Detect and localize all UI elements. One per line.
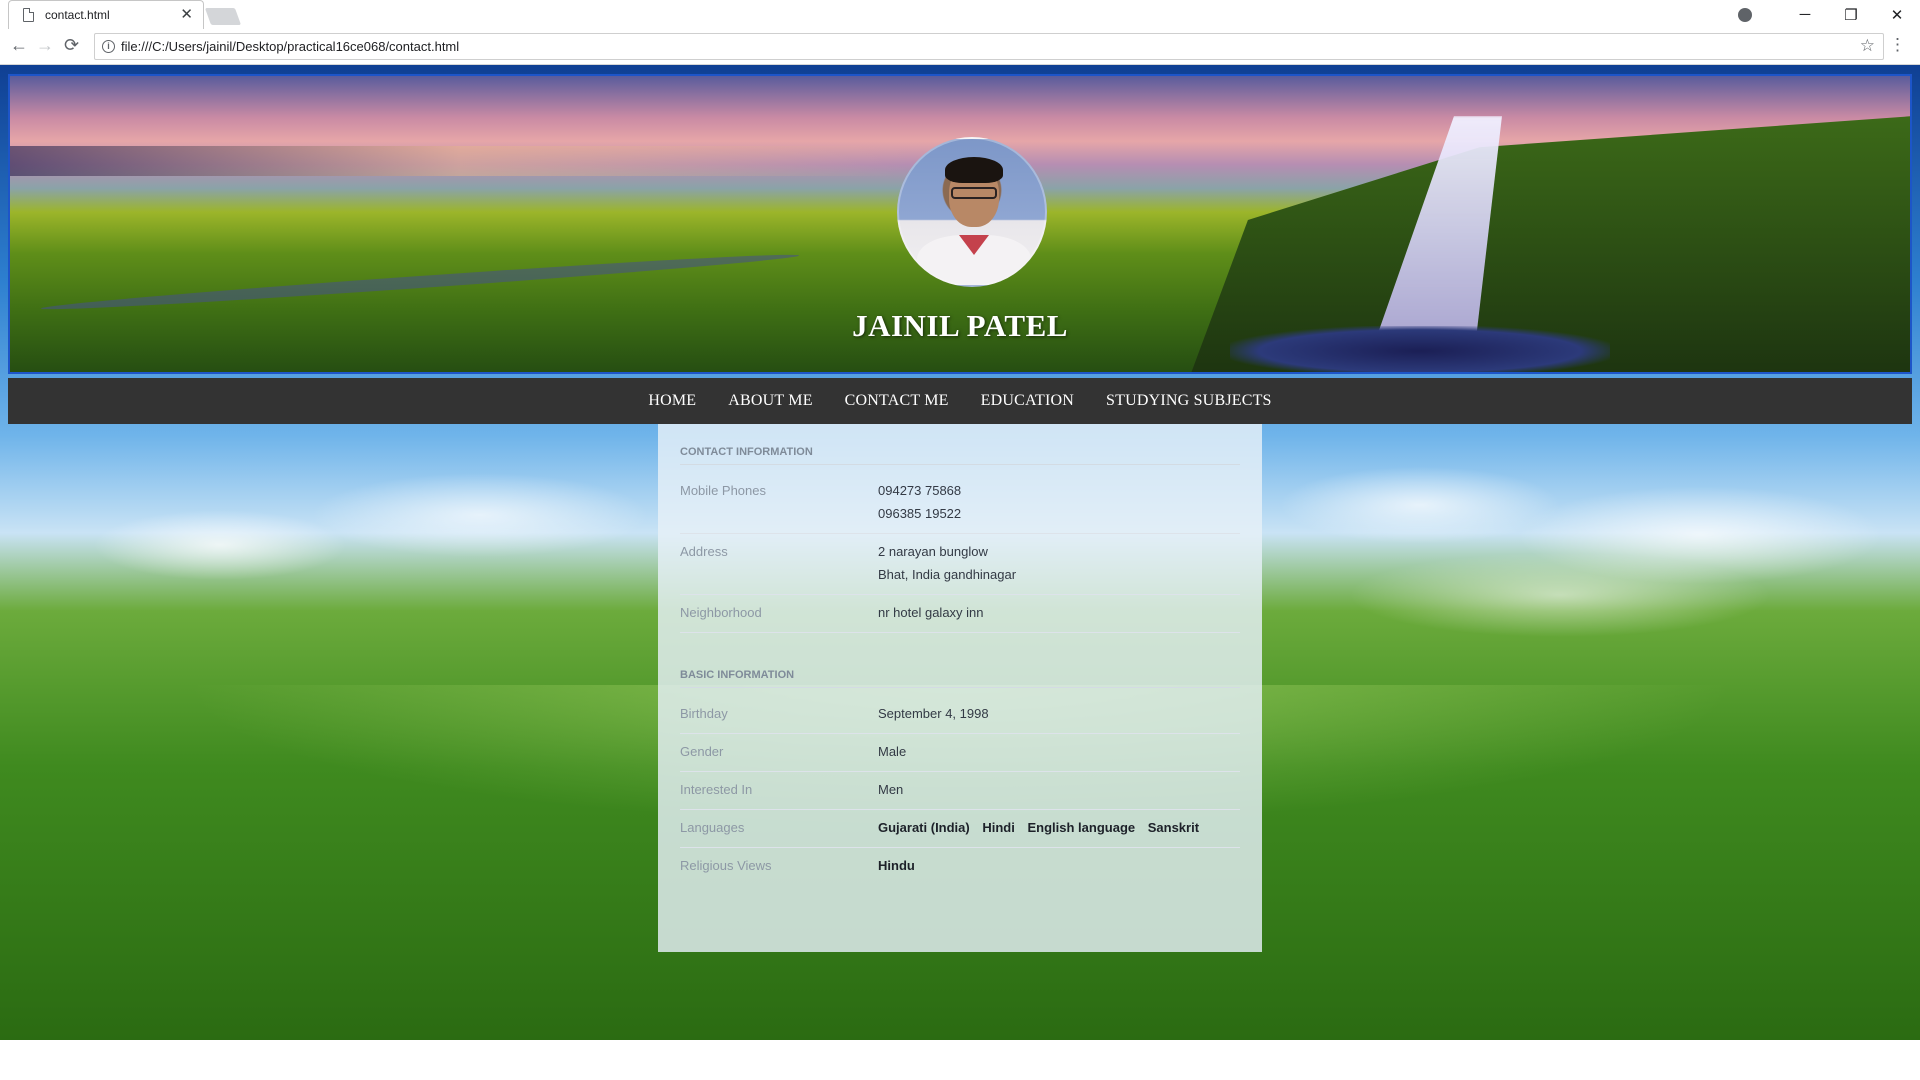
languages-value: Gujarati (India) Hindi English language … — [878, 816, 1208, 839]
religion-hindu[interactable]: Hindu — [878, 858, 915, 873]
language-english[interactable]: English language — [1027, 820, 1135, 835]
contact-section-title: CONTACT INFORMATION — [680, 446, 1240, 465]
birthday-value: September 4, 1998 — [878, 706, 989, 721]
contact-row-neighborhood: Neighborhood nr hotel galaxy inn — [680, 595, 1240, 633]
mobile-number-2: 096385 19522 — [878, 506, 962, 521]
interested-value: Men — [878, 782, 904, 797]
neighborhood-value: nr hotel galaxy inn — [878, 605, 984, 620]
neighborhood-label: Neighborhood — [680, 605, 762, 620]
browser-tabstrip: contact.html ✕ ─ ❐ ✕ — [0, 0, 1920, 29]
address-line-1: 2 narayan bunglow — [878, 544, 988, 559]
browser-toolbar: ← → ⟳ i file:///C:/Users/jainil/Desktop/… — [0, 29, 1920, 65]
basic-row-gender: Gender Male — [680, 734, 1240, 772]
close-tab-icon[interactable]: ✕ — [180, 5, 193, 23]
document-icon — [23, 8, 34, 22]
nav-item-education[interactable]: EDUCATION — [965, 392, 1090, 410]
basic-row-religious: Religious Views Hindu — [680, 848, 1240, 885]
page-background: JAINIL PATEL HOME ABOUT ME CONTACT ME ED… — [0, 65, 1920, 1040]
restore-button[interactable]: ❐ — [1828, 6, 1874, 24]
gender-value: Male — [878, 744, 907, 759]
interested-label: Interested In — [680, 782, 753, 797]
nav-item-studying-subjects[interactable]: STUDYING SUBJECTS — [1090, 392, 1288, 410]
contact-row-mobile: Mobile Phones 094273 75868 096385 19522 — [680, 473, 1240, 534]
basic-row-birthday: Birthday September 4, 1998 — [680, 696, 1240, 734]
address-line-2: Bhat, India gandhinagar — [878, 567, 1017, 582]
address-label: Address — [680, 544, 728, 559]
religious-label: Religious Views — [680, 858, 772, 873]
url-text[interactable]: file:///C:/Users/jainil/Desktop/practica… — [121, 39, 459, 54]
avatar-glasses — [951, 187, 997, 199]
birthday-label: Birthday — [680, 706, 728, 721]
languages-label: Languages — [680, 820, 745, 835]
site-info-icon[interactable]: i — [102, 40, 115, 53]
basic-row-interested: Interested In Men — [680, 772, 1240, 810]
main-nav: HOME ABOUT ME CONTACT ME EDUCATION STUDY… — [8, 378, 1912, 424]
language-hindi[interactable]: Hindi — [982, 820, 1015, 835]
browser-tab[interactable]: contact.html ✕ — [8, 0, 204, 29]
mobile-label: Mobile Phones — [680, 483, 766, 498]
nav-item-home[interactable]: HOME — [632, 392, 712, 410]
language-gujarati[interactable]: Gujarati (India) — [878, 820, 970, 835]
mobile-value: 094273 75868 096385 19522 — [878, 479, 961, 525]
contact-row-address: Address 2 narayan bunglow Bhat, India ga… — [680, 534, 1240, 595]
mobile-number-1: 094273 75868 — [878, 483, 962, 498]
profile-avatar — [897, 137, 1047, 287]
reload-icon[interactable]: ⟳ — [64, 35, 79, 56]
browser-menu-icon[interactable]: ⋮ — [1889, 35, 1906, 55]
info-card: CONTACT INFORMATION Mobile Phones 094273… — [658, 424, 1262, 952]
forward-icon[interactable]: → — [36, 35, 54, 56]
basic-row-languages: Languages Gujarati (India) Hindi English… — [680, 810, 1240, 848]
window-close-button[interactable]: ✕ — [1874, 6, 1920, 24]
address-value: 2 narayan bunglow Bhat, India gandhinaga… — [878, 540, 1016, 586]
window-controls: ─ ❐ ✕ — [1738, 0, 1920, 29]
avatar-hair — [945, 157, 1003, 183]
nav-item-about-me[interactable]: ABOUT ME — [712, 392, 828, 410]
gender-label: Gender — [680, 744, 724, 759]
new-tab-button[interactable] — [204, 8, 242, 25]
address-bar[interactable]: i file:///C:/Users/jainil/Desktop/practi… — [94, 33, 1884, 60]
profile-name: JAINIL PATEL — [852, 308, 1068, 343]
religious-value: Hindu — [878, 854, 924, 877]
language-sanskrit[interactable]: Sanskrit — [1148, 820, 1199, 835]
nav-item-contact-me[interactable]: CONTACT ME — [829, 392, 965, 410]
bookmark-star-icon[interactable]: ☆ — [1860, 36, 1875, 56]
basic-section-title: BASIC INFORMATION — [680, 669, 1240, 688]
banner-sky — [10, 146, 910, 176]
minimize-button[interactable]: ─ — [1782, 6, 1828, 23]
back-icon[interactable]: ← — [10, 35, 28, 56]
tab-title: contact.html — [45, 8, 110, 22]
account-icon[interactable] — [1738, 7, 1752, 22]
banner-river — [40, 249, 800, 315]
